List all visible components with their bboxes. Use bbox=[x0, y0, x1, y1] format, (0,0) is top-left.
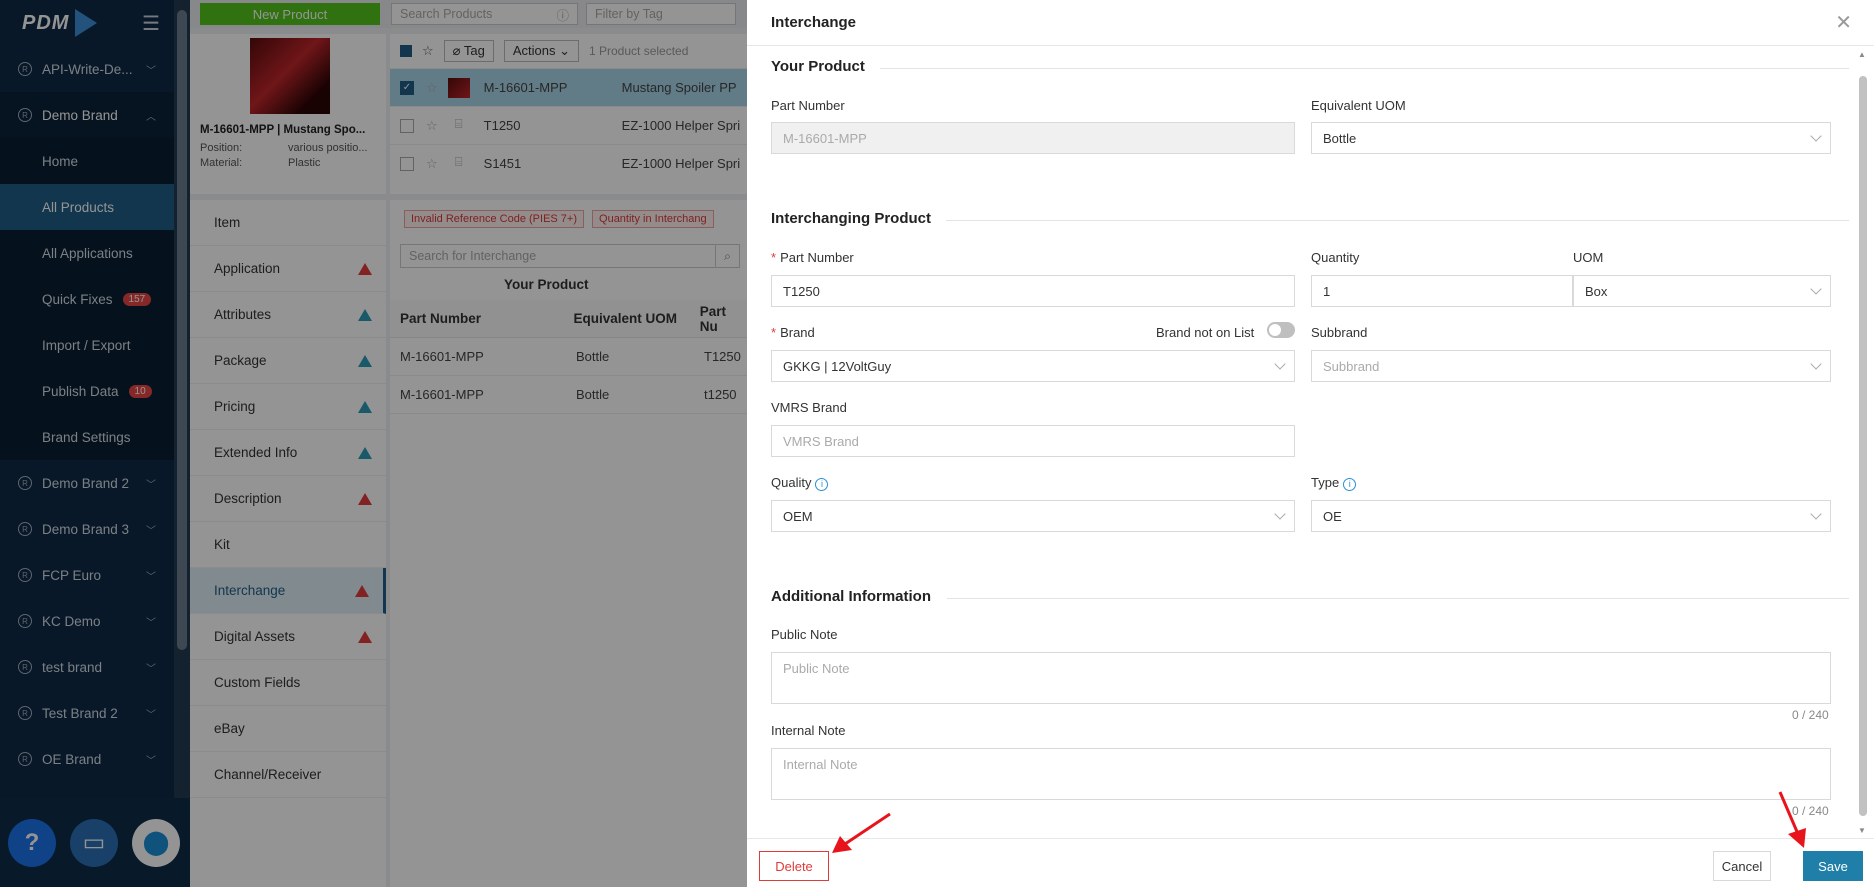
type-select[interactable]: OE bbox=[1311, 500, 1831, 532]
section-divider bbox=[880, 68, 1849, 69]
drawer-header: Interchange ✕ bbox=[747, 0, 1874, 46]
info-icon[interactable]: i bbox=[1343, 478, 1357, 491]
internal-note-textarea[interactable]: Internal Note bbox=[771, 748, 1831, 800]
equivalent-uom-select[interactable]: Bottle bbox=[1311, 122, 1831, 154]
drawer-scrollbar[interactable]: ▲ ▼ bbox=[1858, 50, 1868, 838]
chevron-down-icon bbox=[1810, 283, 1822, 295]
section-your-product: Your Product bbox=[771, 58, 865, 75]
cancel-button[interactable]: Cancel bbox=[1713, 851, 1771, 881]
close-icon[interactable]: ✕ bbox=[1835, 10, 1852, 35]
interchange-drawer: Interchange ✕ ▲ ▼ Your Product Part Numb… bbox=[747, 0, 1874, 887]
select-value: OEM bbox=[783, 508, 813, 524]
public-note-label: Public Note bbox=[771, 627, 838, 642]
drawer-footer: Delete Cancel Save bbox=[747, 838, 1874, 887]
select-value: GKKG | 12VoltGuy bbox=[783, 358, 892, 374]
vmrs-brand-input[interactable]: VMRS Brand bbox=[771, 425, 1295, 457]
annotation-arrow-save bbox=[1778, 791, 1806, 848]
part-number-input[interactable]: T1250 bbox=[771, 275, 1295, 307]
modal-overlay[interactable] bbox=[0, 0, 747, 887]
quantity-input[interactable]: 1 bbox=[1311, 275, 1573, 307]
chevron-down-icon bbox=[1274, 358, 1286, 370]
drawer-scroll-thumb[interactable] bbox=[1859, 76, 1867, 816]
type-label: Type i bbox=[1311, 475, 1357, 491]
brand-not-on-list-toggle[interactable] bbox=[1267, 322, 1295, 338]
chevron-down-icon bbox=[1810, 130, 1822, 142]
quality-label: Quality i bbox=[771, 475, 829, 491]
part-number-label: * Part Number bbox=[771, 250, 854, 265]
subbrand-select[interactable]: Subbrand bbox=[1311, 350, 1831, 382]
your-part-number-field: M-16601-MPP bbox=[771, 122, 1295, 154]
equivalent-uom-label: Equivalent UOM bbox=[1311, 98, 1406, 113]
select-value: Box bbox=[1585, 283, 1608, 299]
chevron-down-icon bbox=[1810, 508, 1822, 520]
select-placeholder: Subbrand bbox=[1323, 358, 1380, 374]
your-part-number-label: Part Number bbox=[771, 98, 845, 113]
section-additional-information: Additional Information bbox=[771, 588, 931, 605]
section-interchanging-product: Interchanging Product bbox=[771, 210, 932, 227]
internal-note-label: Internal Note bbox=[771, 723, 846, 738]
scroll-up-icon[interactable]: ▲ bbox=[1858, 50, 1866, 59]
uom-label: UOM bbox=[1573, 250, 1604, 265]
quality-select[interactable]: OEM bbox=[771, 500, 1295, 532]
label-text: Type bbox=[1311, 475, 1340, 490]
uom-select[interactable]: Box bbox=[1573, 275, 1831, 307]
public-note-counter: 0 / 240 bbox=[1792, 708, 1829, 722]
select-value: Bottle bbox=[1323, 130, 1357, 146]
required-marker: * bbox=[771, 325, 777, 340]
section-divider bbox=[946, 220, 1849, 221]
brand-select[interactable]: GKKG | 12VoltGuy bbox=[771, 350, 1295, 382]
scroll-down-icon[interactable]: ▼ bbox=[1858, 826, 1866, 835]
select-value: OE bbox=[1323, 508, 1342, 524]
brand-not-on-list-label: Brand not on List bbox=[1156, 325, 1255, 340]
annotation-arrow-delete bbox=[832, 812, 891, 853]
delete-button[interactable]: Delete bbox=[759, 851, 829, 881]
quantity-label: Quantity bbox=[1311, 250, 1360, 265]
vmrs-brand-label: VMRS Brand bbox=[771, 400, 847, 415]
brand-label: * Brand bbox=[771, 325, 815, 340]
public-note-textarea[interactable]: Public Note bbox=[771, 652, 1831, 704]
chevron-down-icon bbox=[1810, 358, 1822, 370]
subbrand-label: Subbrand bbox=[1311, 325, 1368, 340]
info-icon[interactable]: i bbox=[815, 478, 829, 491]
chevron-down-icon bbox=[1274, 508, 1286, 520]
label-text: Part Number bbox=[780, 250, 854, 265]
section-divider bbox=[947, 598, 1849, 599]
label-text: Brand bbox=[780, 325, 815, 340]
save-button[interactable]: Save bbox=[1803, 851, 1863, 881]
drawer-title: Interchange bbox=[771, 14, 857, 31]
label-text: Quality bbox=[771, 475, 812, 490]
required-marker: * bbox=[771, 250, 777, 265]
